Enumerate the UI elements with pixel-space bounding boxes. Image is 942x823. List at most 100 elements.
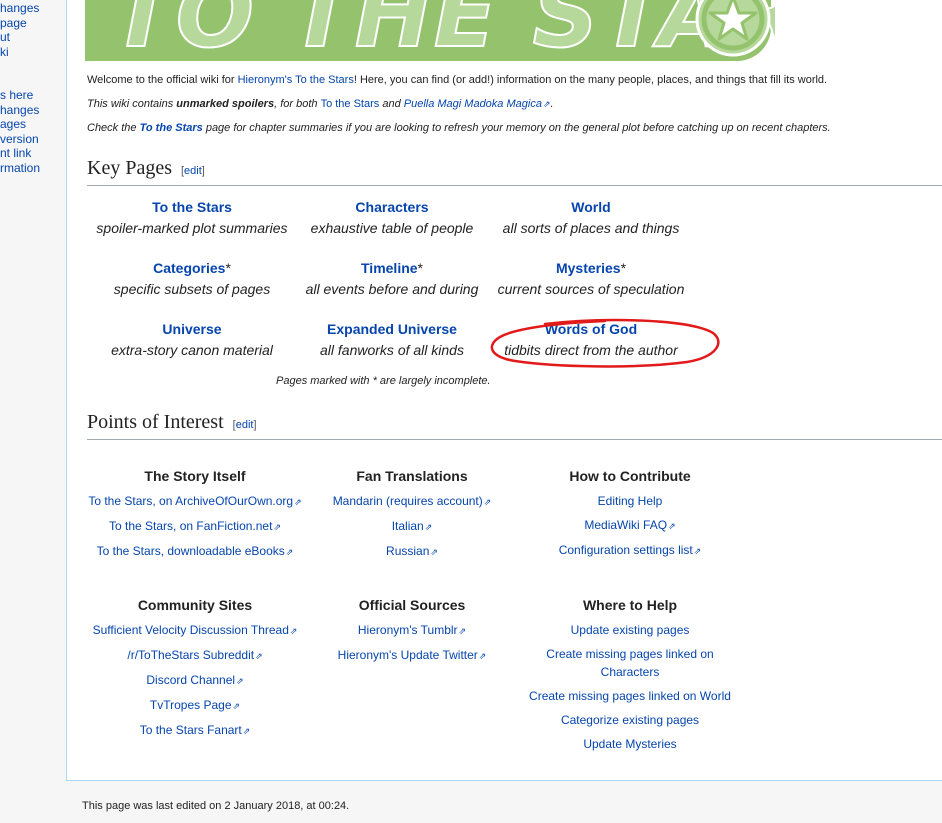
poi-column-title: The Story Itself (144, 468, 246, 484)
poi-link[interactable]: Hieronym's Update Twitter⇗ (312, 643, 512, 668)
poi-link[interactable]: Create missing pages linked on Character… (540, 642, 720, 684)
poi-link[interactable]: Russian⇗ (312, 539, 512, 564)
poi-link[interactable]: Hieronym's Tumblr⇗ (312, 618, 512, 643)
poi-column-title: Community Sites (137, 597, 253, 613)
intro-text: Check the (87, 122, 140, 134)
key-page-link[interactable]: Categories* (87, 259, 297, 277)
key-page-mysteries: Mysteries* current sources of speculatio… (486, 259, 696, 297)
poi-official-sources: Official Sources Hieronym's Tumblr⇗ Hier… (312, 596, 512, 668)
sidebar-link-permanent-link[interactable]: nt link (0, 146, 66, 161)
poi-link[interactable]: /r/ToTheStars Subreddit⇗ (85, 643, 305, 668)
key-page-link[interactable]: World (486, 198, 696, 216)
key-page-to-the-stars: To the Stars spoiler-marked plot summari… (87, 198, 297, 236)
sidebar-link-special-pages[interactable]: ages (0, 117, 66, 132)
intro-text: Welcome to the official wiki for (87, 74, 238, 86)
key-page-link[interactable]: To the Stars (87, 198, 297, 216)
poi-link[interactable]: To the Stars, on ArchiveOfOurOwn.org⇗ (85, 489, 305, 514)
poi-link[interactable]: To the Stars, on FanFiction.net⇗ (85, 514, 305, 539)
poi-how-to-contribute: How to Contribute Editing Help MediaWiki… (520, 467, 740, 563)
poi-link[interactable]: To the Stars Fanart⇗ (85, 718, 305, 743)
external-link-icon: ⇗ (668, 521, 676, 531)
sidebar-link-page-information[interactable]: rmation (0, 161, 66, 176)
points-of-interest-edit-link[interactable]: [edit] (233, 419, 257, 431)
intro-text: , for both (274, 98, 321, 110)
key-pages-edit-link[interactable]: [edit] (181, 165, 205, 177)
key-page-desc: spoiler-marked plot summaries (96, 220, 288, 236)
key-page-desc: all fanworks of all kinds (320, 342, 464, 358)
key-page-link[interactable]: Expanded Universe (287, 320, 497, 338)
intro-text: ! Here, you can find (or add!) informati… (353, 74, 828, 86)
sidebar-group-tools: s here hanges ages version nt link rmati… (0, 88, 66, 175)
key-page-expanded-universe: Expanded Universe all fanworks of all ki… (287, 320, 497, 358)
poi-where-to-help: Where to Help Update existing pages Crea… (520, 596, 740, 756)
key-page-desc: all events before and during (305, 281, 479, 297)
intro-text: page for chapter summaries if you are lo… (202, 122, 831, 134)
poi-link[interactable]: Configuration settings list⇗ (520, 538, 740, 563)
external-link-icon: ⇗ (232, 701, 241, 711)
key-page-desc: current sources of speculation (497, 281, 685, 297)
external-link-icon: ⇗ (236, 676, 244, 686)
external-link-icon: ⇗ (478, 651, 487, 661)
points-of-interest-heading: Points of Interest [edit] (87, 409, 942, 440)
poi-link[interactable]: Create missing pages linked on World (520, 684, 740, 708)
intro-link-to-the-stars-page[interactable]: To the Stars (140, 122, 203, 134)
sidebar-link-printable-version[interactable]: version (0, 132, 66, 147)
poi-link[interactable]: Update Mysteries (520, 732, 740, 756)
poi-link[interactable]: Categorize existing pages (520, 708, 740, 732)
poi-link[interactable]: Italian⇗ (312, 514, 512, 539)
external-link-icon: ⇗ (424, 522, 433, 532)
key-page-characters: Characters exhaustive table of people (287, 198, 497, 236)
poi-link[interactable]: To the Stars, downloadable eBooks⇗ (85, 539, 305, 564)
intro-link-madoka[interactable]: Puella Magi Madoka Magica (404, 98, 542, 110)
section-title: Points of Interest (87, 411, 224, 433)
poi-column-title: Fan Translations (356, 468, 468, 484)
sidebar-link-wiki[interactable]: ki (0, 45, 66, 60)
section-title: Key Pages (87, 157, 172, 179)
intro-link-hieronym[interactable]: Hieronym's To the Stars (238, 74, 354, 86)
poi-link[interactable]: MediaWiki FAQ⇗ (520, 513, 740, 538)
sidebar-link-recent-changes[interactable]: hanges (0, 1, 66, 16)
key-page-link[interactable]: Timeline* (287, 259, 497, 277)
poi-link[interactable]: Discord Channel⇗ (85, 668, 305, 693)
external-link-icon: ⇗ (693, 546, 702, 556)
sidebar-link-what-links-here[interactable]: s here (0, 88, 66, 103)
poi-link[interactable]: Sufficient Velocity Discussion Thread⇗ (85, 618, 305, 643)
external-link-icon: ⇗ (430, 547, 438, 557)
key-page-link[interactable]: Characters (287, 198, 497, 216)
star-emblem-icon (695, 0, 771, 57)
key-page-link[interactable]: Universe (87, 320, 297, 338)
key-page-link[interactable]: Mysteries* (486, 259, 696, 277)
poi-link[interactable]: Mandarin (requires account)⇗ (312, 489, 512, 514)
key-pages-heading: Key Pages [edit] (87, 155, 942, 186)
sidebar-link-related-changes[interactable]: hanges (0, 103, 66, 118)
main-content: TO THE STARS Welcome to the official wik… (66, 0, 942, 781)
key-page-world: World all sorts of places and things (486, 198, 696, 236)
key-page-desc: all sorts of places and things (502, 220, 680, 236)
external-link-icon: ⇗ (483, 497, 492, 507)
poi-fan-translations: Fan Translations Mandarin (requires acco… (312, 467, 512, 564)
poi-column-title: Where to Help (582, 597, 678, 613)
poi-link[interactable]: TvTropes Page⇗ (85, 693, 305, 718)
key-page-timeline: Timeline* all events before and during (287, 259, 497, 297)
footer-last-edited: This page was last edited on 2 January 2… (82, 800, 350, 812)
wiki-logo: TO THE STARS (85, 0, 775, 63)
intro-text: . (550, 98, 554, 110)
sidebar-link-about[interactable]: ut (0, 30, 66, 45)
poi-link[interactable]: Update existing pages (520, 618, 740, 642)
key-page-categories: Categories* specific subsets of pages (87, 259, 297, 297)
external-link-icon: ⇗ (242, 726, 251, 736)
external-link-icon: ⇗ (458, 626, 467, 636)
external-link-icon: ⇗ (273, 522, 281, 532)
logo-text: TO THE STARS (110, 0, 775, 63)
intro-text: and (379, 98, 404, 110)
external-link-icon: ⇗ (255, 651, 263, 661)
key-page-desc: specific subsets of pages (113, 281, 271, 297)
sidebar-link-random-page[interactable]: page (0, 16, 66, 31)
intro-link-to-the-stars[interactable]: To the Stars (321, 98, 380, 110)
poi-link[interactable]: Editing Help (520, 489, 740, 513)
external-link-icon: ⇗ (285, 547, 294, 557)
key-page-desc: exhaustive table of people (310, 220, 474, 236)
intro-welcome: Welcome to the official wiki for Hierony… (87, 73, 827, 87)
incomplete-note: Pages marked with * are largely incomple… (276, 375, 491, 387)
intro-chapter-summaries: Check the To the Stars page for chapter … (87, 121, 831, 135)
